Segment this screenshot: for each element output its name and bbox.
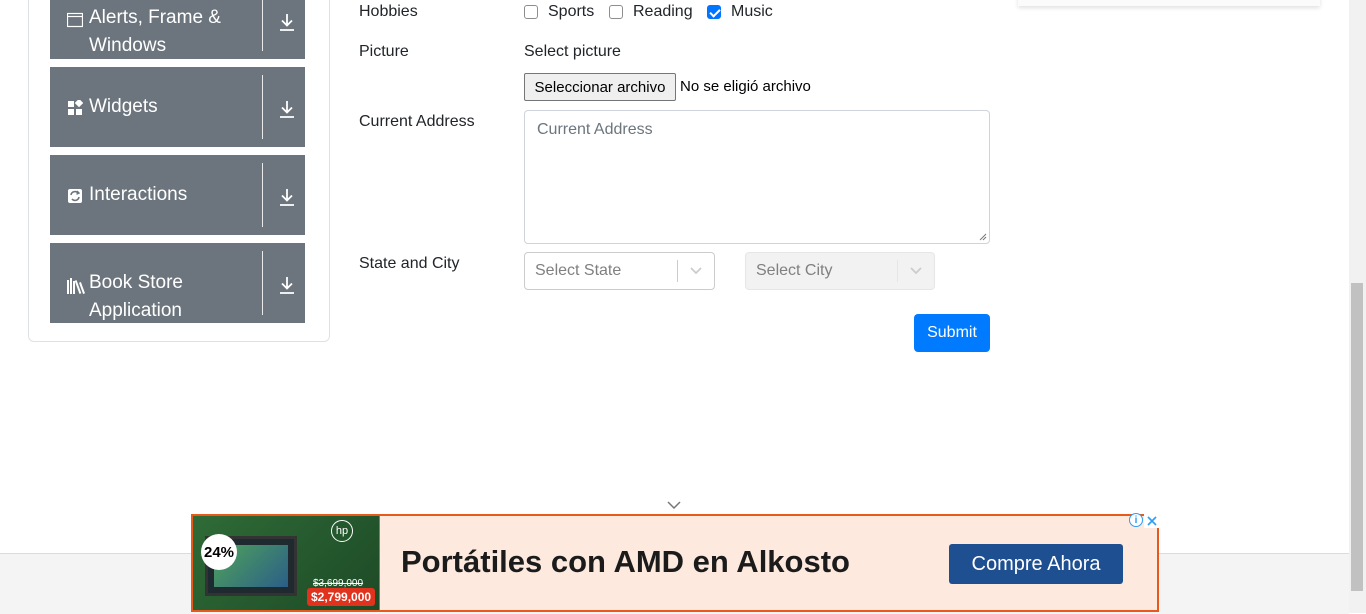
download-icon[interactable] [278, 12, 296, 32]
download-icon[interactable] [278, 99, 296, 119]
bottom-ad-banner[interactable]: 24% hp $3,699,000 $2,799,000 Portátiles … [191, 514, 1159, 612]
divider [262, 0, 263, 51]
discount-badge: 24% [201, 534, 237, 570]
hobby-sports-checkbox[interactable]: Sports [524, 3, 594, 21]
sidebar-group-label: Book Store Application [89, 272, 183, 321]
download-icon[interactable] [278, 187, 296, 207]
widgets-icon [68, 100, 83, 115]
sidebar-group-alerts-frame-windows[interactable]: Alerts, Frame & Windows [50, 0, 305, 59]
window-icon [67, 12, 83, 28]
checkbox-box[interactable] [524, 5, 538, 19]
ad-cta-button[interactable]: Compre Ahora [949, 544, 1123, 584]
side-ad-fragment [1018, 0, 1320, 6]
close-icon[interactable] [1144, 513, 1159, 528]
sidebar-group-label: Alerts, Frame & Windows [89, 7, 221, 56]
scrollbar-thumb[interactable] [1351, 283, 1363, 591]
sidebar-group-label: Widgets [89, 96, 158, 117]
picture-hint: Select picture [524, 43, 621, 60]
sidebar-group-label: Interactions [89, 184, 188, 205]
checkbox-box-checked[interactable] [707, 5, 721, 19]
chevron-down-icon[interactable] [666, 499, 682, 511]
checkbox-box[interactable] [609, 5, 623, 19]
ad-info-icon[interactable]: i [1129, 513, 1143, 527]
resize-grip-icon[interactable] [979, 233, 987, 241]
sidebar-group-widgets[interactable]: Widgets [50, 67, 305, 147]
interactions-icon [68, 189, 82, 203]
city-select[interactable]: Select City [745, 252, 935, 290]
state-city-label: State and City [359, 255, 460, 272]
checkbox-label[interactable]: Sports [548, 3, 594, 21]
current-address-textarea[interactable]: Current Address [524, 110, 990, 244]
hobby-reading-checkbox[interactable]: Reading [609, 3, 693, 21]
state-placeholder: Select State [535, 262, 622, 279]
current-address-label: Current Address [359, 113, 475, 130]
checkbox-label[interactable]: Reading [633, 3, 693, 21]
chevron-down-icon[interactable] [898, 266, 934, 276]
hobby-music-checkbox[interactable]: Music [707, 3, 773, 21]
download-icon[interactable] [278, 275, 296, 295]
picture-label: Picture [359, 43, 409, 60]
hp-logo: hp [331, 520, 353, 542]
submit-button[interactable]: Submit [914, 314, 990, 352]
hobbies-label: Hobbies [359, 3, 418, 20]
vertical-scrollbar[interactable] [1349, 0, 1366, 613]
books-icon [67, 278, 85, 294]
state-select[interactable]: Select State [524, 252, 715, 290]
divider [262, 75, 263, 139]
divider [262, 163, 263, 227]
file-status-text: No se eligió archivo [680, 78, 811, 95]
chevron-down-icon[interactable] [678, 266, 714, 276]
checkbox-label[interactable]: Music [731, 3, 773, 21]
ad-headline[interactable]: Portátiles con AMD en Alkosto [401, 544, 850, 580]
new-price: $2,799,000 [307, 588, 376, 606]
sidebar-group-book-store[interactable]: Book Store Application [50, 243, 305, 323]
city-placeholder: Select City [756, 262, 833, 279]
ad-product-image[interactable]: 24% hp $3,699,000 $2,799,000 [193, 516, 379, 610]
divider [262, 251, 263, 315]
textarea-placeholder: Current Address [537, 121, 653, 138]
sidebar-group-interactions[interactable]: Interactions [50, 155, 305, 235]
choose-file-button[interactable]: Seleccionar archivo [524, 73, 676, 101]
